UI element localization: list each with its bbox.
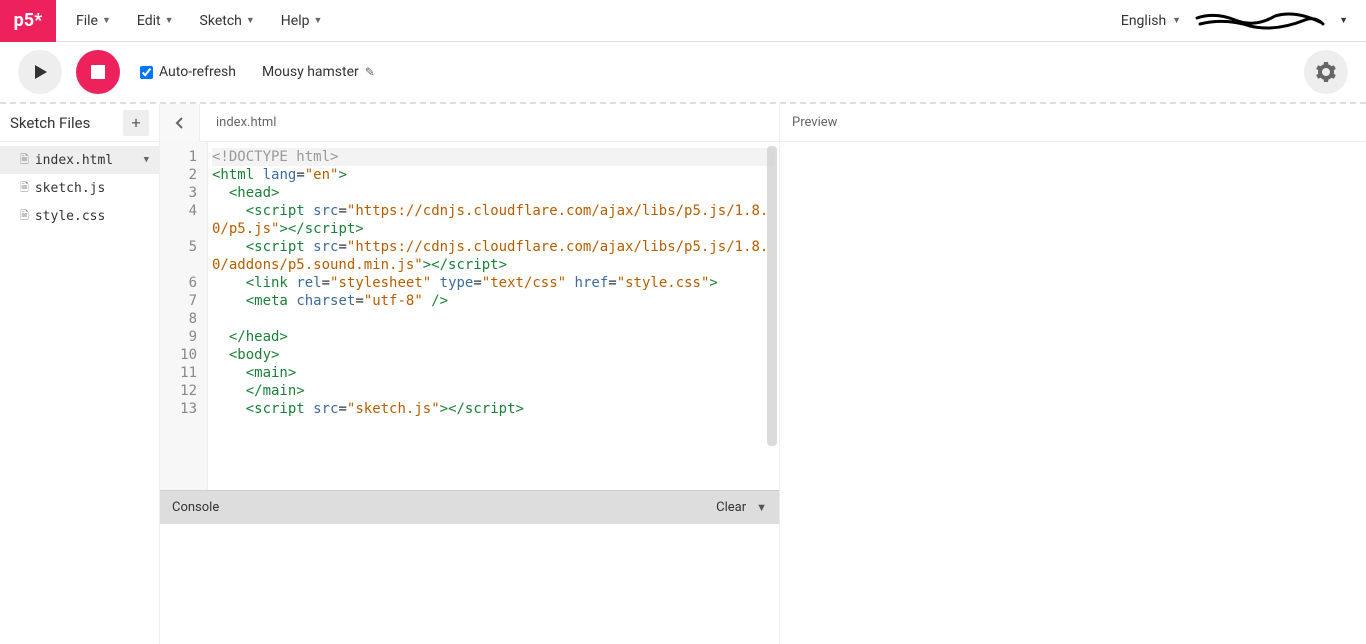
menu-list: File▼ Edit▼ Sketch▼ Help▼ [56, 7, 332, 35]
stop-button[interactable] [76, 50, 120, 94]
menu-label: Help [281, 13, 310, 29]
file-name: index.html [35, 153, 113, 168]
preview-area: Preview [780, 104, 1366, 644]
user-menu[interactable] [1195, 10, 1325, 32]
active-tab[interactable]: index.html [200, 115, 292, 130]
menu-help[interactable]: Help▼ [271, 7, 333, 35]
caret-down-icon: ▼ [1172, 15, 1181, 26]
auto-refresh-checkbox[interactable] [140, 66, 153, 79]
caret-down-icon: ▼ [246, 15, 255, 26]
code-editor[interactable]: 12345678910111213 <!DOCTYPE html><html l… [160, 142, 779, 490]
play-button[interactable] [18, 50, 62, 94]
caret-down-icon: ▼ [1339, 15, 1348, 26]
caret-down-icon: ▼ [102, 15, 111, 26]
sketch-name-text: Mousy hamster [262, 64, 359, 80]
stop-icon [91, 65, 105, 79]
file-icon: 🗎 [20, 207, 29, 226]
auto-refresh-toggle: Auto-refresh [140, 64, 236, 80]
file-list: 🗎 index.html ▼ 🗎 sketch.js 🗎 style.css [0, 142, 159, 230]
file-name: sketch.js [35, 181, 105, 196]
console-clear-button[interactable]: Clear [716, 500, 746, 515]
gear-icon [1316, 62, 1336, 82]
chevron-left-icon [174, 117, 186, 129]
file-sidebar: Sketch Files + 🗎 index.html ▼ 🗎 sketch.js 🗎 st… [0, 104, 160, 644]
edit-name-icon[interactable]: ✎ [365, 65, 375, 79]
console-header: Console Clear ▼ [160, 490, 779, 524]
chevron-down-icon[interactable]: ▼ [756, 501, 767, 514]
auto-refresh-label: Auto-refresh [159, 64, 236, 80]
menu-file[interactable]: File ▼ [66, 7, 121, 35]
sidebar-header: Sketch Files + [0, 104, 159, 142]
file-item[interactable]: 🗎 sketch.js [0, 174, 159, 202]
console-body [160, 524, 779, 644]
sidebar-title: Sketch Files [10, 114, 90, 132]
menu-label: File [76, 13, 98, 29]
line-gutter: 12345678910111213 [160, 142, 208, 490]
preview-header: Preview [780, 104, 1366, 142]
caret-down-icon[interactable]: ▼ [144, 155, 149, 165]
language-label: English [1121, 13, 1166, 29]
code-content[interactable]: <!DOCTYPE html><html lang="en"> <head> <… [208, 142, 779, 490]
topbar-right: English ▼ ▼ [1121, 10, 1366, 32]
scrollbar[interactable] [767, 146, 777, 446]
p5-logo[interactable]: p5* [0, 0, 56, 42]
menu-sketch[interactable]: Sketch ▼ [190, 7, 265, 35]
file-name: style.css [35, 209, 105, 224]
collapse-sidebar-button[interactable] [160, 104, 200, 142]
menu-edit[interactable]: Edit ▼ [127, 7, 184, 35]
file-icon: 🗎 [20, 151, 29, 170]
language-selector[interactable]: English ▼ [1121, 13, 1181, 29]
toolbar: Auto-refresh Mousy hamster ✎ [0, 42, 1366, 104]
menu-label: Sketch [200, 13, 242, 29]
file-item[interactable]: 🗎 index.html ▼ [0, 146, 159, 174]
play-icon [31, 63, 49, 81]
preview-canvas [780, 142, 1366, 644]
console-title: Console [172, 500, 219, 515]
editor-area: index.html 12345678910111213 <!DOCTYPE h… [160, 104, 780, 644]
file-item[interactable]: 🗎 style.css [0, 202, 159, 230]
sketch-name: Mousy hamster ✎ [262, 64, 375, 80]
editor-tabs: index.html [160, 104, 779, 142]
top-menubar: p5* File▼ Edit▼ Sketch▼ Help▼ English▼ ▼ [0, 0, 1366, 42]
add-file-button[interactable]: + [123, 110, 149, 136]
caret-down-icon: ▼ [313, 15, 322, 26]
caret-down-icon: ▼ [165, 15, 174, 26]
file-icon: 🗎 [20, 179, 29, 198]
menu-label: Edit [137, 13, 161, 29]
settings-button[interactable] [1304, 50, 1348, 94]
main-area: Sketch Files + 🗎 index.html ▼ 🗎 sketch.js 🗎 st… [0, 104, 1366, 644]
